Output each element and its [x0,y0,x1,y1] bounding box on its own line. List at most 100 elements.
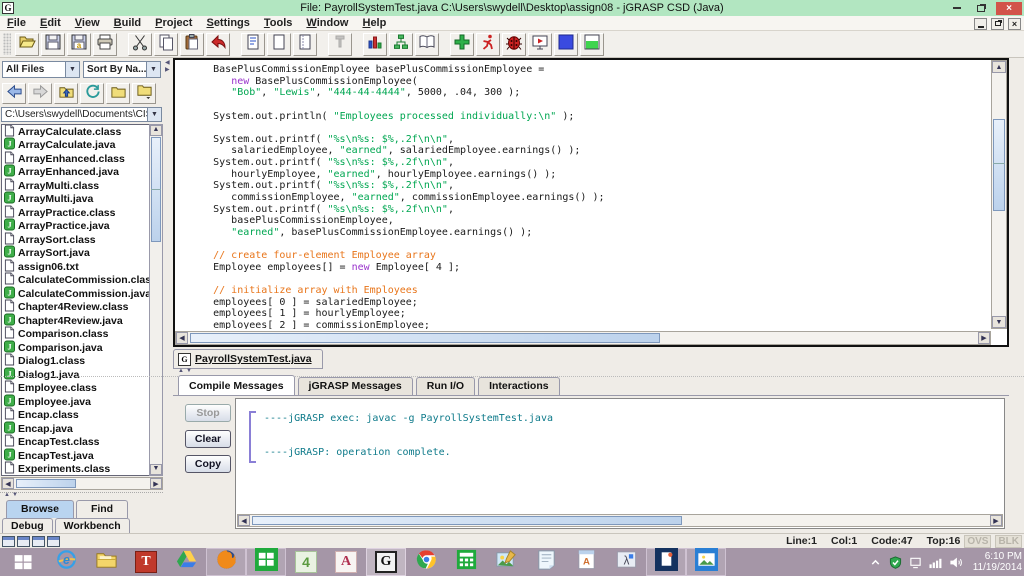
copy-button[interactable]: Copy [185,455,231,473]
clear-button[interactable]: Clear [185,430,231,448]
file-row[interactable]: JArrayMulti.java [2,193,149,207]
chevron-down-icon[interactable]: ▼ [146,62,160,77]
save-file-button[interactable] [41,33,65,56]
tray-volume-icon[interactable] [949,556,962,569]
file-row[interactable]: JComparison.java [2,341,149,355]
file-row[interactable]: JEmployee.java [2,395,149,409]
frame-close-button[interactable]: × [1008,18,1021,30]
layout-icon[interactable] [2,536,15,547]
file-row[interactable]: Employee.class [2,382,149,396]
messages-horizontal-scrollbar[interactable]: ◀ ▶ [237,514,1003,527]
taskbar-jgrasp[interactable]: G [366,548,406,576]
tray-expand-icon[interactable] [869,556,882,569]
panel-splitter[interactable]: ▲▼ [0,492,163,500]
undo-button[interactable] [206,33,230,56]
forward-button[interactable] [28,83,52,104]
tray-network-icon[interactable] [929,556,942,569]
file-row[interactable]: ArrayPractice.class [2,206,149,220]
menu-build[interactable]: Build [107,17,149,29]
tab-run-i-o[interactable]: Run I/O [416,377,475,395]
tray-security-icon[interactable] [889,556,902,569]
file-row[interactable]: JArraySort.java [2,247,149,261]
file-row[interactable]: Dialog1.class [2,355,149,369]
file-row[interactable]: JChapter4Review.java [2,314,149,328]
file-row[interactable]: JEncapTest.java [2,449,149,463]
horizontal-splitter[interactable]: ▲▼ [0,369,1024,377]
taskbar-t-app[interactable]: T [126,548,166,576]
tab-payrollsystemtest[interactable]: G PayrollSystemTest.java [173,349,323,369]
mode-ovs[interactable]: OVS [964,535,991,548]
taskbar-google-drive[interactable] [166,548,206,576]
path-combo[interactable]: C:\Users\swydell\Documents\CIS ▼ [1,107,162,122]
plain-document-button[interactable] [267,33,291,56]
csd-window-button[interactable] [363,33,387,56]
menu-settings[interactable]: Settings [199,17,256,29]
toolbar-grip[interactable] [3,33,11,55]
taskbar-firefox[interactable] [206,548,246,576]
taskbar-access[interactable]: A [326,548,366,576]
layout-icon[interactable] [32,536,45,547]
editor-horizontal-scrollbar[interactable]: ◀ ▶ [175,331,991,345]
taskbar-chrome[interactable] [406,548,446,576]
file-row[interactable]: Encap.class [2,409,149,423]
debug-button[interactable] [502,33,526,56]
save-as-button[interactable]: a [67,33,91,56]
taskbar-lambda-app[interactable]: λ [606,548,646,576]
file-row[interactable]: ArrayCalculate.class [2,125,149,139]
menu-edit[interactable]: Edit [33,17,68,29]
back-button[interactable] [2,83,26,104]
tab-debug[interactable]: Debug [2,518,53,534]
menu-tools[interactable]: Tools [257,17,300,29]
file-row[interactable]: JEncap.java [2,422,149,436]
documentation-button[interactable] [415,33,439,56]
tab-compile-messages[interactable]: Compile Messages [178,375,295,395]
viewer-canvas-button[interactable] [580,33,604,56]
tab-workbench[interactable]: Workbench [55,518,130,534]
change-folder-button[interactable] [132,83,156,104]
new-folder-button[interactable] [106,83,130,104]
file-row[interactable]: JArrayCalculate.java [2,139,149,153]
file-row[interactable]: JCalculateCommission.java [2,287,149,301]
taskbar-movie-app-4[interactable]: 4 [286,548,326,576]
restore-button[interactable] [972,2,990,15]
taskbar-calculator[interactable] [446,548,486,576]
close-button[interactable]: × [996,2,1022,15]
file-row[interactable]: ArrayEnhanced.class [2,152,149,166]
pin-button[interactable] [328,33,352,56]
menu-window[interactable]: Window [299,17,355,29]
taskbar-clock[interactable]: 6:10 PM 11/19/2014 [973,551,1022,573]
chevron-down-icon[interactable]: ▼ [65,62,79,77]
open-file-button[interactable] [15,33,39,56]
taskbar-onenote[interactable] [646,548,686,576]
view-csd-button[interactable] [241,33,265,56]
chevron-down-icon[interactable]: ▼ [147,108,161,121]
file-filter-combo[interactable]: All Files ▼ [2,61,80,78]
tray-pc-icon[interactable] [909,556,922,569]
taskbar-file-explorer[interactable] [86,548,126,576]
cut-button[interactable] [128,33,152,56]
menu-file[interactable]: File [0,17,33,29]
tab-browse[interactable]: Browse [6,500,74,518]
frame-restore-button[interactable] [991,18,1004,30]
file-row[interactable]: EncapTest.class [2,436,149,450]
sort-combo[interactable]: Sort By Na... ▼ [83,61,161,78]
taskbar-windows-store[interactable] [246,548,286,576]
file-row[interactable]: Chapter4Review.class [2,301,149,315]
print-button[interactable] [93,33,117,56]
vertical-splitter[interactable]: ◀▶ [164,58,173,533]
code-editor[interactable]: BasePlusCommissionEmployee basePlusCommi… [173,58,1009,347]
compile-messages-output[interactable]: ◀ ▶ ----jGRASP exec: javac -g PayrollSys… [235,398,1005,529]
taskbar-wordpad[interactable]: A [566,548,606,576]
code-area[interactable]: BasePlusCommissionEmployee basePlusCommi… [177,64,989,329]
line-numbers-button[interactable] [293,33,317,56]
menu-help[interactable]: Help [355,17,393,29]
run-applet-button[interactable] [528,33,552,56]
file-list[interactable]: ArrayCalculate.classJArrayCalculate.java… [1,124,149,476]
mode-blk[interactable]: BLK [995,535,1022,548]
start-button[interactable] [0,548,46,576]
object-workbench-button[interactable] [554,33,578,56]
file-row[interactable]: JArrayEnhanced.java [2,166,149,180]
taskbar-image-editor[interactable] [486,548,526,576]
layout-icon[interactable] [47,536,60,547]
tab-jgrasp-messages[interactable]: jGRASP Messages [298,377,413,395]
